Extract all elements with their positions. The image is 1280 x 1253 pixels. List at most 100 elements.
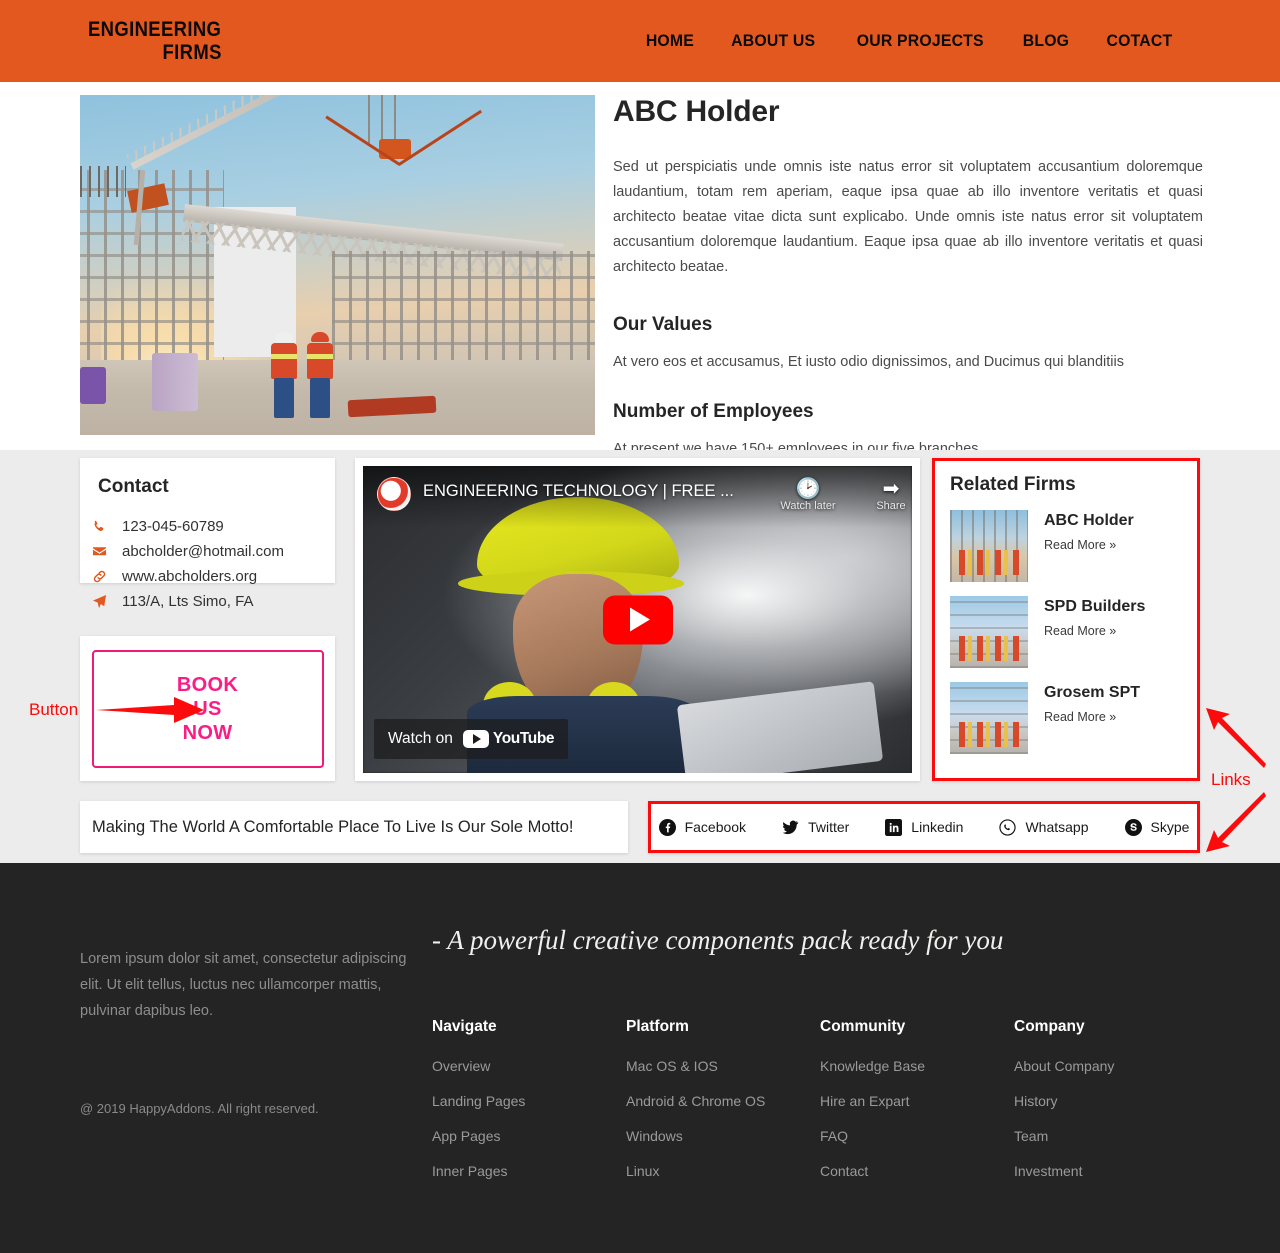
read-more-link[interactable]: Read More » (1044, 710, 1116, 724)
contact-email-row[interactable]: abcholder@hotmail.com (90, 539, 315, 564)
share-video-button[interactable]: ➡ Share (856, 478, 912, 512)
nav-item-our-projects[interactable]: OUR PROJECTS (857, 31, 984, 51)
nav-item-contact[interactable]: COTACT (1107, 31, 1173, 51)
related-firms-heading: Related Firms (950, 474, 1076, 495)
footer-link-contact[interactable]: Contact (820, 1163, 1014, 1179)
site-footer: Lorem ipsum dolor sit amet, consectetur … (0, 863, 1280, 1253)
footer-column-community: Community Knowledge Base Hire an Expart … (820, 1018, 1014, 1198)
crane-cable-3 (394, 95, 397, 143)
watch-later-label: Watch later (780, 500, 836, 512)
our-values-text: At vero eos et accusamus, Et iusto odio … (613, 354, 1124, 370)
worker-figure-2 (306, 332, 333, 418)
skype-icon (1124, 818, 1142, 836)
firm-thumbnail-2 (950, 596, 1028, 668)
contact-address-value: 113/A, Lts Simo, FA (122, 593, 254, 610)
scaffolding-right (332, 251, 595, 367)
share-whatsapp[interactable]: Whatsapp (999, 818, 1089, 836)
footer-column-heading: Navigate (432, 1018, 497, 1035)
nav-item-about-us[interactable]: ABOUT US (732, 31, 816, 51)
book-us-now-button[interactable]: BOOK US NOW (91, 649, 324, 768)
footer-link-team[interactable]: Team (1014, 1128, 1208, 1144)
contact-phone-value: 123-045-60789 (122, 518, 224, 535)
footer-link-hire-an-expart[interactable]: Hire an Expart (820, 1093, 1014, 1109)
vest-stripe (306, 354, 333, 359)
firm-name: ABC Holder (1044, 512, 1134, 529)
youtube-play-icon (462, 730, 489, 748)
footer-column-platform: Platform Mac OS & IOS Android & Chrome O… (626, 1018, 820, 1198)
share-whatsapp-label: Whatsapp (1025, 819, 1089, 835)
thumb-workers (959, 550, 1019, 575)
contact-phone-row[interactable]: 123-045-60789 (90, 514, 315, 539)
footer-link-mac-os[interactable]: Mac OS & IOS (626, 1058, 820, 1074)
motto-card: Making The World A Comfortable Place To … (80, 801, 628, 853)
contact-list: 123-045-60789 abcholder@hotmail.com www.… (90, 514, 315, 614)
mid-section: Contact 123-045-60789 abcholder@hotmail.… (0, 450, 1280, 863)
share-twitter[interactable]: Twitter (782, 819, 849, 836)
footer-column-heading: Company (1014, 1018, 1085, 1035)
share-facebook-label: Facebook (684, 819, 747, 835)
vest-stripe (270, 354, 297, 359)
watch-on-youtube-button[interactable]: Watch on YouTube (374, 719, 569, 759)
employees-heading: Number of Employees (613, 401, 814, 422)
contact-website-row[interactable]: www.abcholders.org (90, 564, 315, 589)
read-more-link[interactable]: Read More » (1044, 538, 1116, 552)
firm-name: SPD Builders (1044, 598, 1146, 615)
book-button-card: BOOK US NOW (80, 636, 335, 781)
our-values-heading: Our Values (613, 314, 713, 335)
white-helmet-icon (274, 332, 293, 342)
watch-later-button[interactable]: 🕑 Watch later (773, 478, 843, 512)
list-item[interactable]: ABC Holder Read More » (950, 510, 1182, 582)
footer-link-investment[interactable]: Investment (1014, 1163, 1208, 1179)
linkedin-icon (885, 818, 903, 836)
footer-link-app-pages[interactable]: App Pages (432, 1128, 626, 1144)
whatsapp-icon (999, 818, 1017, 836)
contact-address-row[interactable]: 113/A, Lts Simo, FA (90, 589, 315, 614)
footer-link-landing-pages[interactable]: Landing Pages (432, 1093, 626, 1109)
footer-tagline: - A powerful creative components pack re… (432, 925, 1004, 955)
footer-link-linux[interactable]: Linux (626, 1163, 820, 1179)
youtube-embed[interactable]: ENGINEERING TECHNOLOGY | FREE ... 🕑 Watc… (363, 466, 912, 773)
footer-link-about-company[interactable]: About Company (1014, 1058, 1208, 1074)
video-title[interactable]: ENGINEERING TECHNOLOGY | FREE ... (423, 482, 734, 501)
footer-column-company: Company About Company History Team Inves… (1014, 1018, 1208, 1198)
contact-website-value: www.abcholders.org (122, 568, 258, 585)
crane-cable-2 (381, 95, 384, 143)
footer-link-history[interactable]: History (1014, 1093, 1208, 1109)
footer-link-overview[interactable]: Overview (432, 1058, 626, 1074)
footer-link-knowledge-base[interactable]: Knowledge Base (820, 1058, 1014, 1074)
contact-email-value: abcholder@hotmail.com (122, 543, 284, 560)
barrel-drum (152, 353, 199, 412)
footer-link-faq[interactable]: FAQ (820, 1128, 1014, 1144)
footer-link-windows[interactable]: Windows (626, 1128, 820, 1144)
footer-link-columns: Navigate Overview Landing Pages App Page… (432, 1018, 1208, 1198)
list-item[interactable]: SPD Builders Read More » (950, 596, 1182, 668)
share-twitter-label: Twitter (808, 819, 850, 835)
footer-link-android[interactable]: Android & Chrome OS (626, 1093, 820, 1109)
site-header: ENGINEERING FIRMS HOME ABOUT US OUR PROJ… (0, 0, 1280, 82)
clock-icon: 🕑 (795, 478, 821, 500)
youtube-wordmark: YouTube (492, 730, 555, 747)
firm-thumbnail-3 (950, 682, 1028, 754)
facebook-icon (658, 818, 676, 836)
channel-avatar[interactable] (377, 477, 411, 511)
youtube-logo: YouTube (462, 730, 555, 748)
contact-heading: Contact (98, 476, 169, 497)
share-skype[interactable]: Skype (1124, 818, 1189, 836)
firm-info-1: ABC Holder Read More » (1044, 510, 1182, 582)
read-more-link[interactable]: Read More » (1044, 624, 1116, 638)
nav-item-blog[interactable]: BLOG (1023, 31, 1069, 51)
share-linkedin[interactable]: Linkedin (885, 818, 964, 836)
hero-paragraph: Sed ut perspiciatis unde omnis iste natu… (613, 159, 1203, 275)
logo-line-2: FIRMS (162, 41, 222, 64)
share-facebook[interactable]: Facebook (658, 818, 747, 836)
nav-item-home[interactable]: HOME (645, 31, 693, 51)
page-title: ABC Holder (613, 95, 780, 128)
site-logo[interactable]: ENGINEERING FIRMS (88, 18, 222, 64)
play-button[interactable] (602, 595, 673, 644)
motto-text: Making The World A Comfortable Place To … (92, 817, 574, 836)
footer-link-inner-pages[interactable]: Inner Pages (432, 1163, 626, 1179)
footer-left-block: Lorem ipsum dolor sit amet, consectetur … (80, 946, 410, 1024)
crane-cable-1 (368, 95, 371, 143)
share-linkedin-label: Linkedin (911, 819, 964, 835)
list-item[interactable]: Grosem SPT Read More » (950, 682, 1182, 754)
